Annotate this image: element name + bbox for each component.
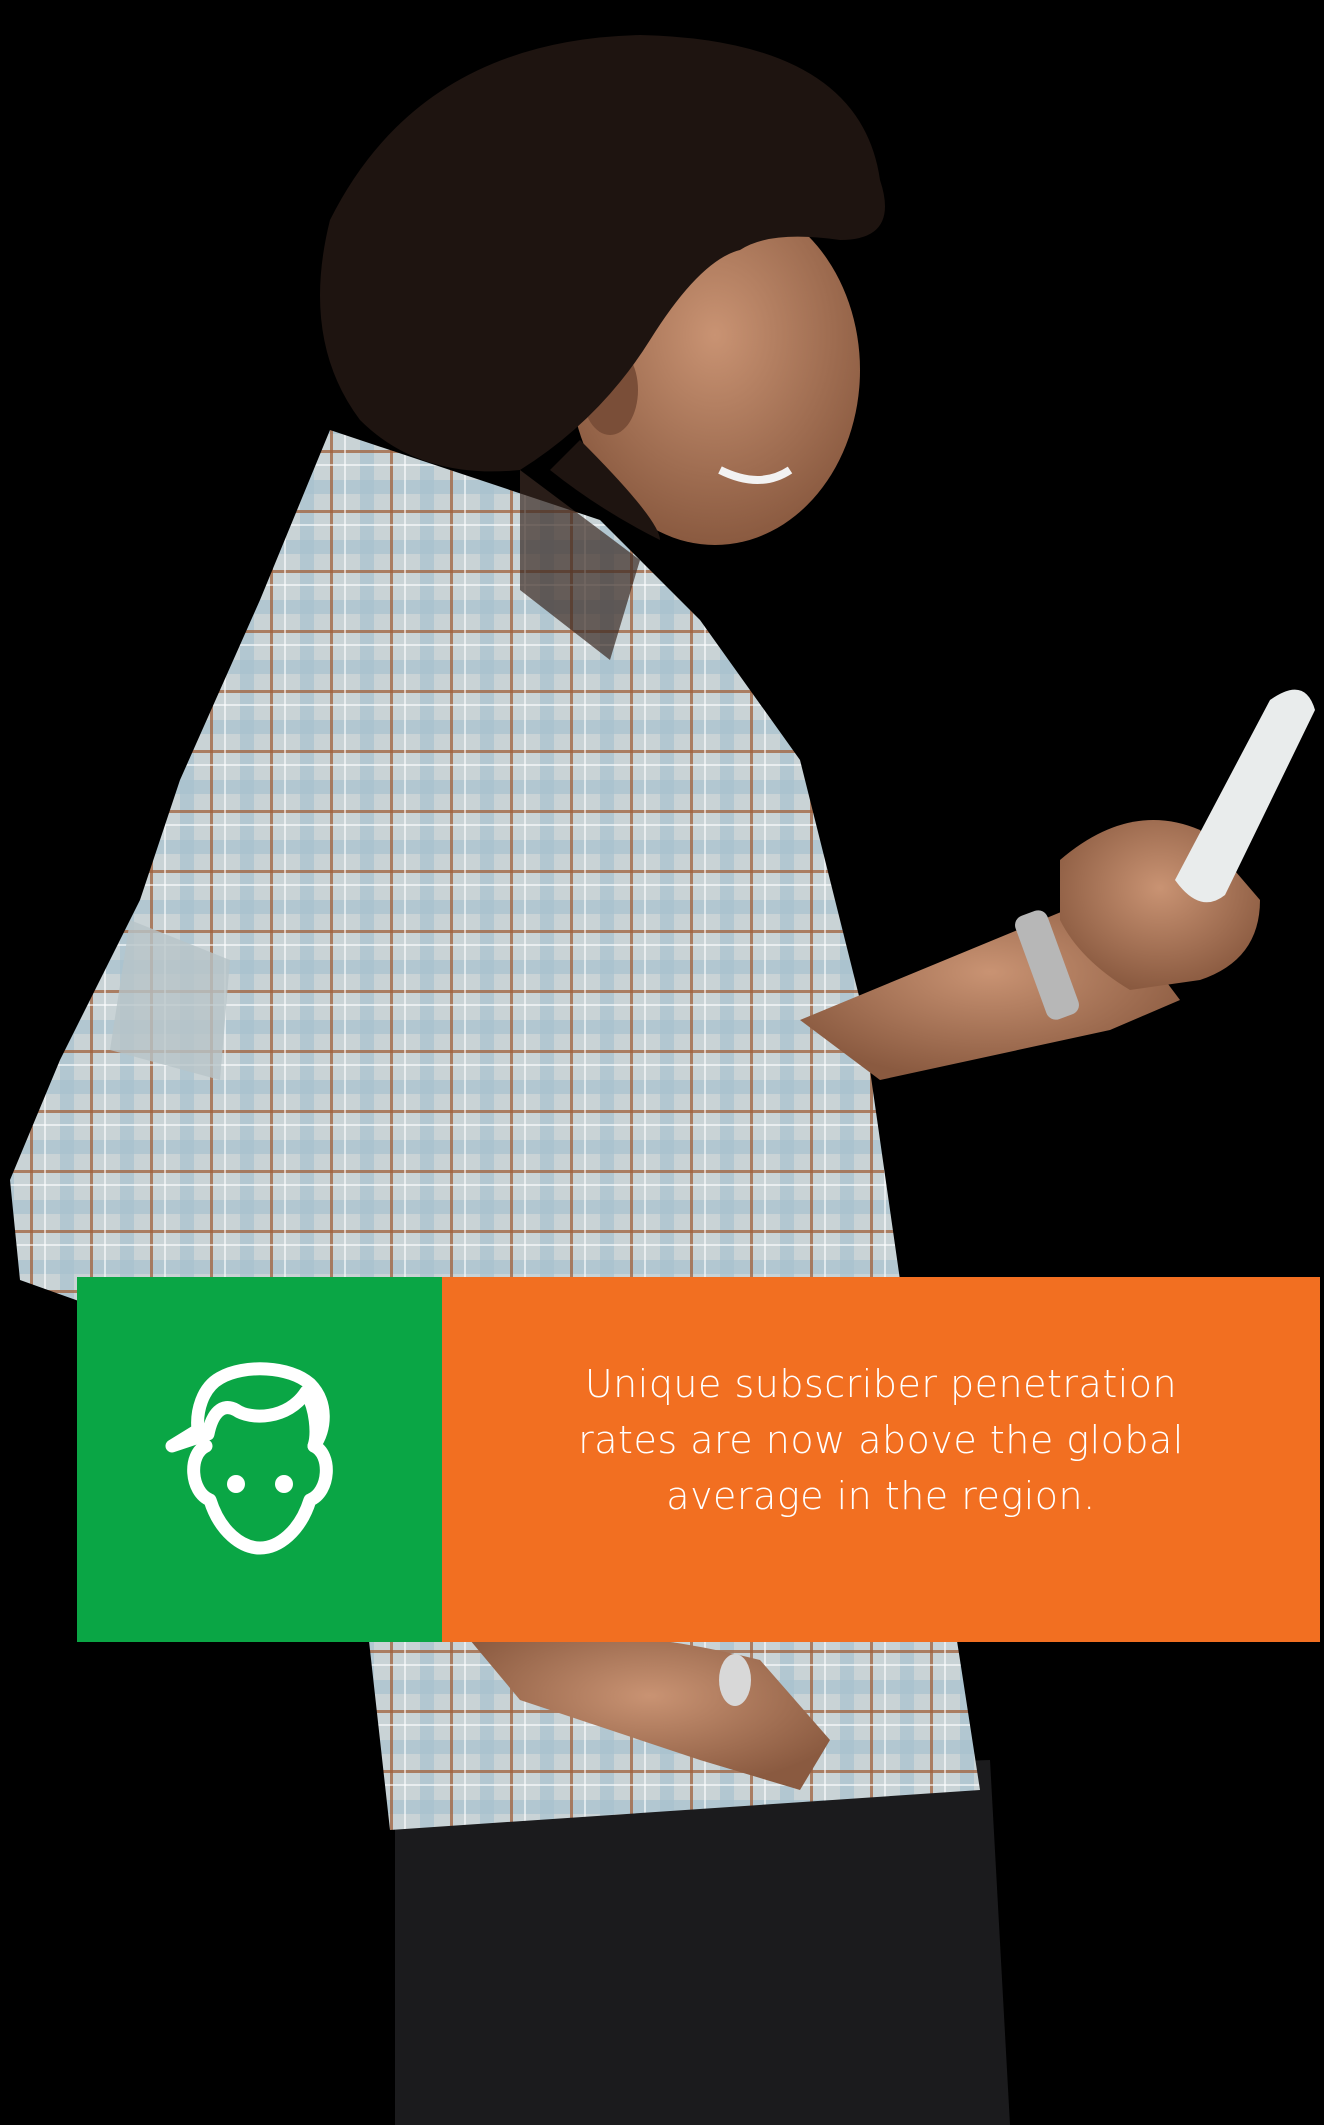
caption-panel: Unique subscriber penetration rates are … (442, 1277, 1320, 1642)
man-with-phone-photo (0, 0, 1324, 2125)
person-face-icon (165, 1361, 333, 1554)
icon-panel (77, 1277, 442, 1642)
caption-text: Unique subscriber penetration rates are … (578, 1361, 1184, 1518)
info-banner: Unique subscriber penetration rates are … (77, 1277, 1320, 1642)
